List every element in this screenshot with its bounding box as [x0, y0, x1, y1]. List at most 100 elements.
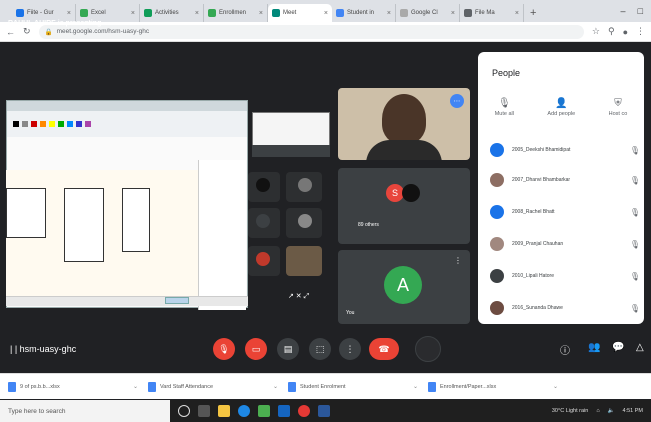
store-icon[interactable] [258, 405, 270, 417]
avatar [256, 252, 270, 266]
taskbar-search-input[interactable]: Type here to search [0, 400, 170, 422]
word-icon[interactable] [318, 405, 330, 417]
shared-window-secondary-footer [252, 145, 330, 157]
file-explorer-icon[interactable] [218, 405, 230, 417]
download-item[interactable]: Enrollment/Paper...xlsx ⌄ [428, 381, 558, 392]
download-item[interactable]: Vard Staff Attendance ⌄ [148, 381, 278, 392]
participant-row[interactable]: 2009_Pranjal Chauhan 🎙 [490, 234, 640, 254]
self-tile[interactable]: A ⋮ [338, 250, 470, 324]
participant-thumb[interactable] [286, 246, 322, 276]
participant-row[interactable]: 2008_Rachel Bhatt 🎙 [490, 202, 640, 222]
back-icon[interactable]: ← [6, 27, 15, 37]
mail-icon[interactable] [278, 405, 290, 417]
close-icon[interactable]: × [259, 10, 263, 17]
avatar [490, 269, 504, 283]
minimize-icon[interactable]: – [621, 6, 626, 16]
participant-row[interactable]: 2007_Dhanvi Bhambarkar 🎙 [490, 170, 640, 190]
extensions-icon[interactable]: ⚲ [608, 26, 615, 37]
info-icon[interactable]: ⓘ [560, 342, 570, 357]
task-view-icon[interactable] [198, 405, 210, 417]
participant-row[interactable]: 2005_Deekshi Bhamidipat 🎙 [490, 140, 640, 160]
present-button[interactable]: ⬚ [309, 338, 331, 360]
reload-icon[interactable]: ↻ [23, 26, 31, 37]
self-tile-name: You [346, 310, 355, 316]
participant-thumb[interactable] [248, 172, 280, 202]
maximize-icon[interactable]: □ [638, 6, 643, 16]
shared-window-ribbon [7, 111, 247, 137]
chat-icon[interactable]: 💬 [612, 342, 624, 353]
participant-thumb[interactable] [286, 208, 322, 238]
participant-thumb[interactable] [286, 172, 322, 202]
tab-favicon [80, 9, 88, 17]
mute-all-button[interactable]: 🎙 Mute all [495, 98, 514, 117]
close-icon[interactable]: × [67, 10, 71, 17]
color-swatch [13, 121, 19, 127]
close-icon[interactable]: × [451, 10, 455, 17]
browser-tab-active[interactable]: Meet × [268, 4, 332, 22]
people-panel: People 🎙 Mute all 👤 Add people ⛨ Host co 20… [478, 52, 644, 324]
browser-tab[interactable]: Enrollmen × [204, 4, 268, 22]
browser-tab[interactable]: Google Cl × [396, 4, 460, 22]
chevron-down-icon[interactable]: ⌄ [273, 383, 278, 390]
tab-favicon [208, 9, 216, 17]
tile-menu-icon[interactable]: ⋮ [454, 256, 462, 265]
edge-icon[interactable] [238, 405, 250, 417]
weather-text[interactable]: 30°C Light rain [552, 408, 588, 414]
chevron-down-icon[interactable]: ⌄ [553, 383, 558, 390]
close-icon[interactable]: × [324, 10, 328, 17]
participant-row[interactable]: 2016_Sunanda Dhawe 🎙 [490, 298, 640, 318]
volume-icon[interactable]: 🔈 [608, 408, 615, 414]
leave-call-button[interactable]: ☎ [369, 338, 399, 360]
participant-thumb[interactable] [248, 246, 280, 276]
profile-icon[interactable]: ● [623, 27, 628, 37]
tab-favicon [464, 9, 472, 17]
color-swatch [58, 121, 64, 127]
more-options-button[interactable]: ⋮ [339, 338, 361, 360]
participant-thumb[interactable] [248, 208, 280, 238]
shared-window-button [165, 297, 189, 304]
mic-off-icon: 🎙 [629, 271, 640, 281]
meeting-code: | | hsm-uasy-ghc [10, 344, 77, 354]
new-tab-button[interactable]: + [524, 4, 542, 22]
color-swatch [31, 121, 37, 127]
mic-toggle-button[interactable]: 🎙 [213, 338, 235, 360]
chevron-down-icon[interactable]: ⌄ [413, 383, 418, 390]
close-icon[interactable]: × [195, 10, 199, 17]
close-icon[interactable]: × [515, 10, 519, 17]
host-controls-button[interactable]: ⛨ Host co [609, 98, 628, 117]
chrome-icon[interactable] [298, 405, 310, 417]
tab-favicon [144, 9, 152, 17]
color-swatch [49, 121, 55, 127]
tab-favicon [272, 9, 280, 17]
bookmark-star-icon[interactable]: ☆ [592, 26, 600, 37]
activities-icon[interactable]: △ [636, 342, 644, 353]
clock[interactable]: 4:51 PM [623, 408, 643, 414]
search-icon[interactable] [178, 405, 190, 417]
camera-toggle-button[interactable]: ▭ [245, 338, 267, 360]
captions-button[interactable]: ▤ [277, 338, 299, 360]
diagram-box [64, 188, 104, 262]
others-tile[interactable]: S [338, 168, 470, 244]
add-people-button[interactable]: 👤 Add people [547, 98, 575, 117]
raise-hand-button[interactable] [415, 336, 441, 362]
download-item[interactable]: Student Enrolment ⌄ [288, 381, 418, 392]
participant-row[interactable]: 2010_Lipali Hatore 🎙 [490, 266, 640, 286]
chevron-down-icon[interactable]: ⌄ [133, 383, 138, 390]
url-input[interactable]: 🔒 meet.google.com/hsm-uasy-ghc [38, 24, 584, 39]
browser-tab[interactable]: Activities × [140, 4, 204, 22]
close-icon[interactable]: × [387, 10, 391, 17]
browser-tab[interactable]: Student in × [332, 4, 396, 22]
people-icon[interactable]: 👥 [588, 342, 600, 353]
shared-canvas [6, 170, 204, 304]
browser-tab[interactable]: File Ma × [460, 4, 524, 22]
download-item[interactable]: 9 of ps.b.b...xlsx ⌄ [8, 381, 138, 392]
person-body [366, 140, 442, 160]
mic-off-icon: 🎙 [629, 145, 640, 155]
close-icon[interactable]: × [131, 10, 135, 17]
active-speaker-video[interactable]: ⋯ [338, 88, 470, 160]
menu-dots-icon[interactable]: ⋮ [636, 26, 645, 37]
thumb-controls: ↗ ✕ ⤢ [288, 293, 310, 300]
network-icon[interactable]: ⌂ [596, 408, 599, 414]
avatar [490, 301, 504, 315]
downloads-bar: 9 of ps.b.b...xlsx ⌄ Vard Staff Attendanc… [0, 373, 651, 399]
